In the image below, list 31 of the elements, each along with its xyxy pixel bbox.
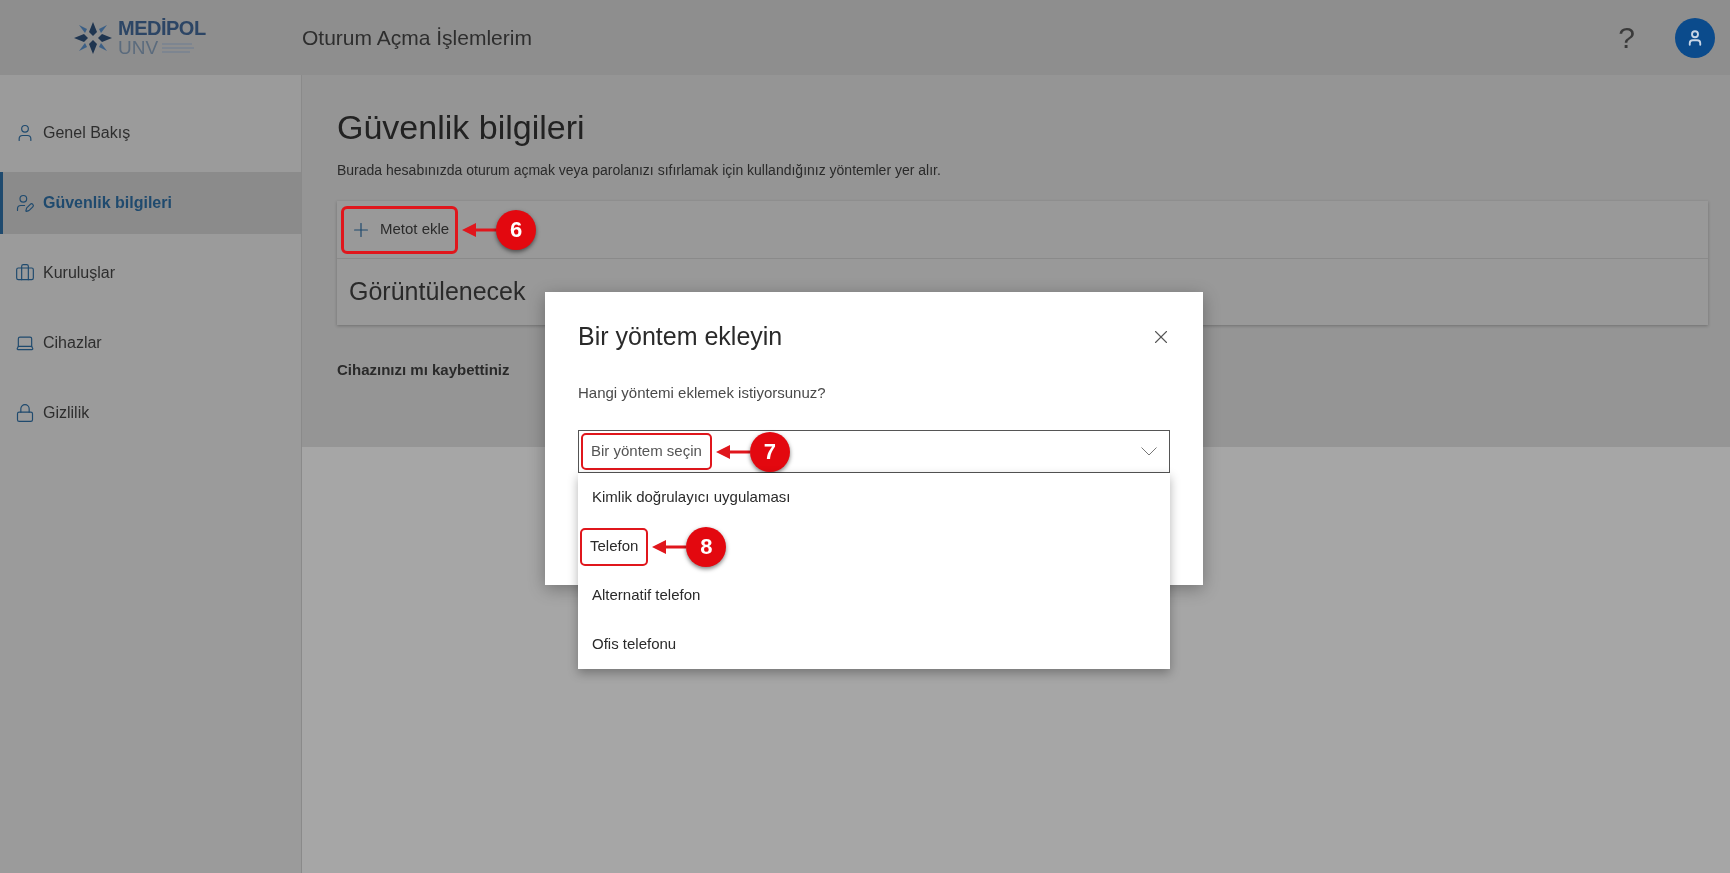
sidebar-item[interactable]: Cihazlar <box>0 312 301 374</box>
dialog-question: Hangi yöntemi eklemek istiyorsunuz? <box>578 382 827 403</box>
logo-name: MEDİPOL <box>118 18 206 38</box>
briefcase-icon <box>15 263 35 283</box>
sidebar-item[interactable]: Gizlilik <box>0 382 301 444</box>
step-number-badge: 6 <box>496 209 537 250</box>
sidebar-item[interactable]: Güvenlik bilgileri <box>0 172 301 234</box>
arrow-icon <box>652 538 687 555</box>
arrow-icon <box>462 221 497 238</box>
lock-icon <box>15 403 35 423</box>
option-item[interactable]: Telefon 8 <box>578 522 1170 571</box>
page-description: Burada hesabınızda oturum açmak veya parolanızı sıfırlamak için kullandığınız yöntemler yer alır. <box>337 161 942 180</box>
person-pen-icon <box>15 193 35 213</box>
sidebar-item[interactable]: Genel Bakış <box>0 102 301 164</box>
add-method-button[interactable]: Metot ekle <box>341 205 459 254</box>
chevron-down-icon <box>1141 447 1157 456</box>
dialog-title: Bir yöntem ekleyin <box>578 321 783 352</box>
app-title: Oturum Açma İşlemlerim <box>302 24 532 51</box>
option-item[interactable]: Kimlik doğrulayıcı uygulaması <box>578 473 1170 522</box>
page-title: Güvenlik bilgileri <box>337 110 586 144</box>
arrow-icon <box>715 443 750 460</box>
step-number-badge: 7 <box>749 431 790 472</box>
avatar-button[interactable] <box>1675 17 1715 58</box>
option-item[interactable]: Alternatif telefon <box>578 571 1170 620</box>
sidebar-item[interactable]: Kuruluşlar <box>0 242 301 304</box>
select-placeholder: Bir yöntem seçin <box>581 433 712 470</box>
help-button[interactable]: ? <box>1618 22 1635 53</box>
step-number-badge: 8 <box>686 526 727 567</box>
avatar-icon <box>1686 28 1704 47</box>
option-item[interactable]: Ofis telefonu <box>578 620 1170 669</box>
empty-message: Görüntülenecek <box>349 276 526 308</box>
